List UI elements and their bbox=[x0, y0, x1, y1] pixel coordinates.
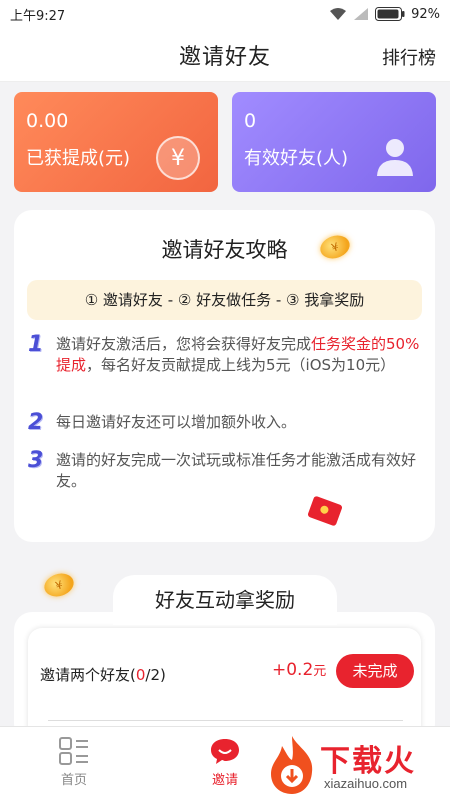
commission-card[interactable]: 0.00 已获提成(元) ¥ bbox=[14, 92, 218, 192]
steps-bar: ① 邀请好友 - ② 好友做任务 - ③ 我拿奖励 bbox=[27, 280, 422, 320]
battery-percent: 92% bbox=[411, 6, 440, 22]
battery-icon bbox=[375, 7, 405, 21]
rewards-panel: 邀请两个好友(0/2) +0.2元 未完成 bbox=[14, 612, 435, 748]
tip-item: 2 每日邀请好友还可以增加额外收入。 bbox=[28, 412, 423, 434]
tip-text: 邀请的好友完成一次试玩或标准任务才能激活成有效好友。 bbox=[56, 451, 417, 490]
tip-number: 3 bbox=[28, 448, 44, 473]
invite-strategy-panel: 邀请好友攻略 ¥ ① 邀请好友 - ② 好友做任务 - ③ 我拿奖励 1 邀请好… bbox=[14, 210, 435, 542]
nav-item-invite[interactable]: 邀请 bbox=[185, 737, 265, 788]
commission-label: 已获提成(元) bbox=[26, 148, 131, 169]
red-envelope-icon bbox=[307, 495, 343, 527]
nav-item-home[interactable]: 首页 bbox=[34, 737, 114, 788]
yuan-coin-icon: ¥ bbox=[156, 136, 200, 180]
strategy-title: 邀请好友攻略 bbox=[161, 238, 288, 262]
wifi-icon bbox=[330, 8, 347, 20]
header: 邀请好友 排行榜 bbox=[0, 28, 450, 82]
person-icon bbox=[377, 139, 413, 176]
watermark-url: xiazaihuo.com bbox=[324, 776, 408, 791]
coin-icon: ¥ bbox=[41, 569, 77, 601]
status-icons: 92% bbox=[329, 7, 440, 22]
nav-label-invite: 邀请 bbox=[211, 773, 238, 788]
task-progress: 0 bbox=[135, 666, 146, 684]
ranking-button[interactable]: 排行榜 bbox=[382, 44, 436, 70]
tip-number: 1 bbox=[28, 332, 44, 357]
task-reward: +0.2元 bbox=[272, 660, 327, 680]
flame-logo-icon bbox=[271, 736, 313, 794]
watermark-logo: 下载火 xiazaihuo.com bbox=[262, 730, 450, 800]
invite-chat-icon bbox=[211, 739, 239, 764]
commission-value: 0.00 bbox=[26, 110, 69, 132]
nav-label-home: 首页 bbox=[60, 773, 87, 788]
tip-item: 3 邀请的好友完成一次试玩或标准任务才能激活成有效好友。 bbox=[28, 450, 423, 492]
status-bar: 上午9:27 92% bbox=[0, 0, 450, 28]
divider bbox=[48, 720, 403, 721]
signal-icon bbox=[354, 8, 369, 20]
home-grid-icon bbox=[59, 737, 88, 765]
rewards-title: 好友互动拿奖励 bbox=[113, 575, 337, 625]
tip-text: 每日邀请好友还可以增加额外收入。 bbox=[56, 413, 297, 431]
tip-number: 2 bbox=[28, 410, 44, 435]
tip-item: 1 邀请好友激活后，您将会获得好友完成任务奖金的50%提成，每名好友贡献提成上线… bbox=[28, 334, 423, 376]
task-label: 邀请两个好友(0/2) bbox=[40, 666, 166, 684]
tip-text: 邀请好友激活后，您将会获得好友完成任务奖金的50%提成，每名好友贡献提成上线为5… bbox=[56, 335, 420, 374]
status-time: 上午9:27 bbox=[10, 8, 66, 24]
page-title: 邀请好友 bbox=[178, 44, 271, 70]
valid-friends-label: 有效好友(人) bbox=[244, 148, 349, 169]
valid-friends-value: 0 bbox=[244, 110, 257, 132]
watermark-text: 下载火 bbox=[320, 744, 416, 779]
task-status-button[interactable]: 未完成 bbox=[336, 654, 414, 688]
valid-friends-card[interactable]: 0 有效好友(人) bbox=[232, 92, 436, 192]
